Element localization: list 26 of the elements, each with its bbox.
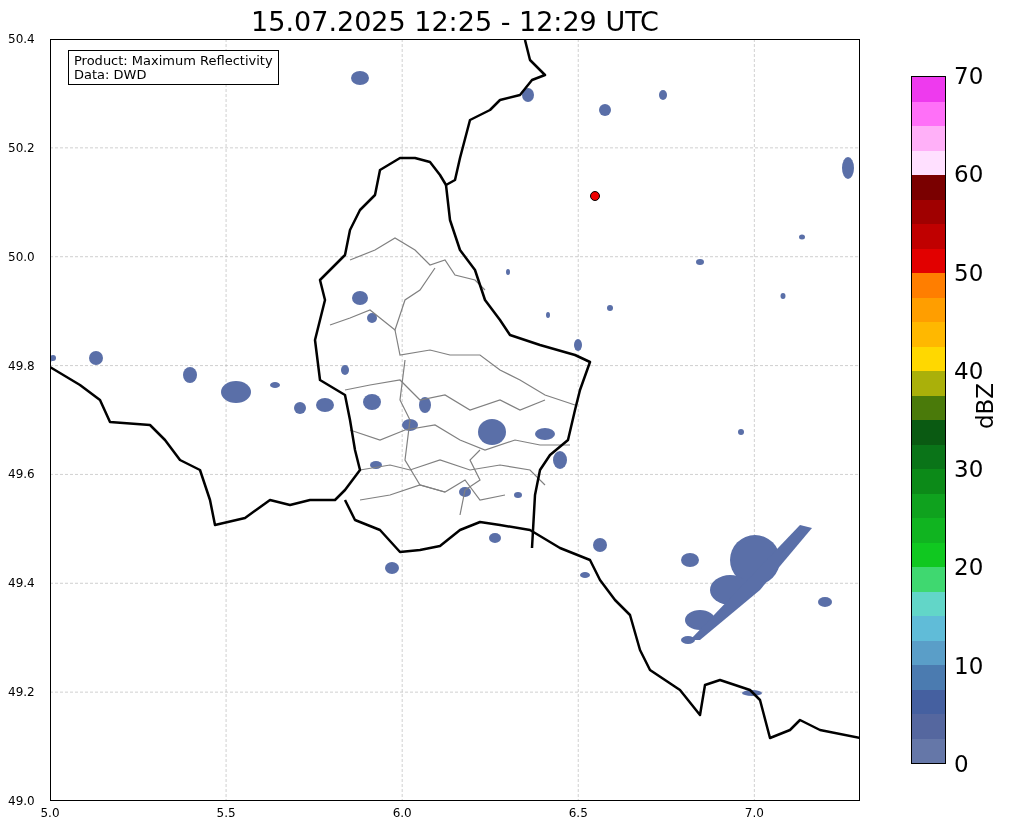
y-axis-tick-label: 49.8 <box>8 358 35 373</box>
x-axis-tick-label: 6.5 <box>568 806 588 820</box>
x-axis-tick-label: 7.0 <box>744 806 764 820</box>
colorbar-label: dBZ <box>972 382 998 430</box>
x-axis-tick-label: 5.0 <box>40 806 60 820</box>
y-axis-tick-label: 49.0 <box>8 794 35 808</box>
colorbar-tick-label: 40 <box>954 357 984 384</box>
colorbar-tick-label: 70 <box>954 63 984 89</box>
y-axis-tick-label: 50.4 <box>8 32 35 46</box>
y-axis-tick-label: 50.2 <box>8 140 35 155</box>
colorbar-tick-label: 20 <box>954 554 984 581</box>
location-marker <box>590 191 600 201</box>
info-text: Product: Maximum Reflectivity <box>74 54 273 68</box>
colorbar-tick-label: 30 <box>954 456 984 483</box>
y-axis-tick-label: 50.0 <box>8 249 35 264</box>
chart-title: 15.07.2025 12:25 - 12:29 UTC <box>250 5 660 39</box>
y-axis-tick-label: 49.2 <box>8 685 35 700</box>
info-text: Data: DWD <box>74 68 148 82</box>
x-axis-tick-label: 5.5 <box>216 806 236 820</box>
y-axis-tick-label: 49.4 <box>8 576 35 591</box>
x-axis-tick-label: 6.0 <box>392 806 412 820</box>
colorbar-tick-label: 50 <box>954 259 984 286</box>
colorbar-tick-label: 60 <box>954 161 984 188</box>
colorbar-tick-label: 10 <box>954 652 984 679</box>
colorbar-tick-label: 0 <box>954 751 969 777</box>
y-axis-tick-label: 49.6 <box>8 467 35 482</box>
